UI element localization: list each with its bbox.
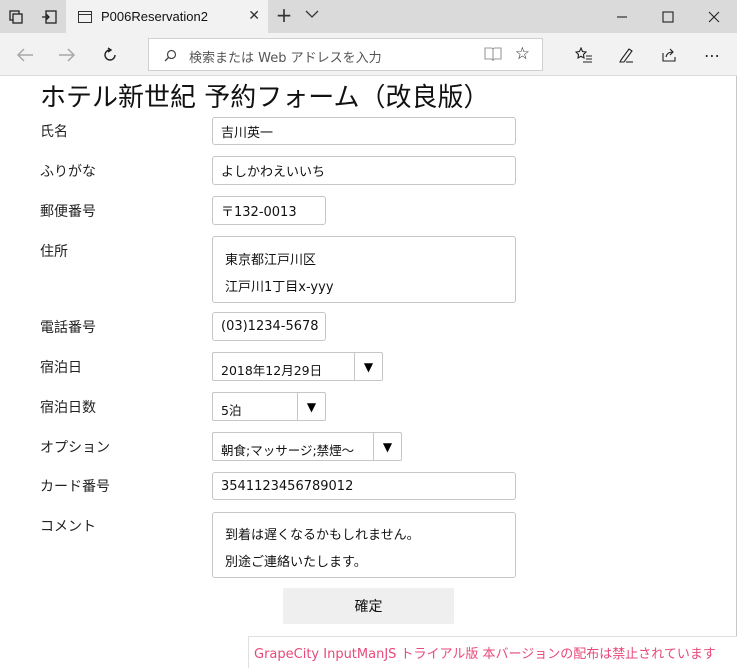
options-select[interactable]: 朝食;マッサージ;禁煙～ ▼: [212, 432, 402, 461]
options-label: オプション: [40, 440, 110, 456]
nights-value: 5泊: [221, 403, 242, 418]
close-tab-icon[interactable]: ✕: [248, 8, 260, 24]
search-icon: [164, 47, 177, 62]
name-input[interactable]: 吉川英一: [212, 117, 516, 145]
back-icon[interactable]: [10, 41, 40, 69]
phone-label: 電話番号: [40, 320, 96, 336]
options-value: 朝食;マッサージ;禁煙～: [221, 443, 355, 458]
address-label: 住所: [40, 244, 68, 260]
share-icon[interactable]: [654, 41, 684, 69]
address-line-2: 江戸川1丁目x-yyy: [225, 280, 334, 295]
notes-pen-icon[interactable]: [611, 41, 641, 69]
favorites-list-icon[interactable]: [569, 41, 599, 69]
close-window-icon[interactable]: [691, 0, 737, 33]
address-line-1: 東京都江戸川区: [225, 253, 317, 268]
furigana-label: ふりがな: [40, 164, 96, 180]
checkin-date-picker[interactable]: 2018年12月29日 ▼: [212, 352, 383, 381]
page-title: ホテル新世紀 予約フォーム（改良版）: [40, 83, 490, 113]
card-number-input[interactable]: 3541123456789012: [212, 472, 516, 500]
confirm-button[interactable]: 確定: [283, 588, 454, 624]
nights-select[interactable]: 5泊 ▼: [212, 392, 326, 421]
furigana-input[interactable]: よしかわえいいち: [212, 156, 516, 185]
phone-input[interactable]: (03)1234-5678: [212, 312, 326, 341]
browser-tab[interactable]: P006Reservation2 ✕: [66, 0, 268, 33]
address-bar[interactable]: 検索または Web アドレスを入力 ☆: [148, 38, 543, 71]
checkin-date-value: 2018年12月29日: [221, 363, 323, 378]
address-placeholder: 検索または Web アドレスを入力: [189, 51, 382, 66]
dropdown-arrow-icon[interactable]: ▼: [373, 433, 401, 460]
trial-notice: GrapeCity InputManJS トライアル版 本バージョンの配布は禁止…: [248, 636, 737, 668]
card-number-label: カード番号: [40, 479, 110, 495]
comment-line-1: 到着は遅くなるかもしれません。: [225, 528, 420, 543]
new-tab-icon[interactable]: +: [272, 3, 296, 27]
name-label: 氏名: [40, 124, 68, 140]
tab-aside-icon[interactable]: [33, 0, 65, 33]
reading-view-icon[interactable]: [484, 46, 502, 66]
checkin-date-label: 宿泊日: [40, 360, 82, 376]
postal-label: 郵便番号: [40, 204, 96, 220]
minimize-icon[interactable]: [599, 0, 645, 33]
tab-title: P006Reservation2: [101, 9, 208, 24]
comment-textarea[interactable]: 到着は遅くなるかもしれません。 別途ご連絡いたします。: [212, 512, 516, 578]
tab-manager-icon[interactable]: [0, 0, 32, 33]
page-icon: [78, 10, 92, 23]
comment-line-2: 別途ご連絡いたします。: [225, 555, 367, 570]
forward-icon[interactable]: [52, 41, 82, 69]
address-textarea[interactable]: 東京都江戸川区 江戸川1丁目x-yyy: [212, 236, 516, 303]
favorite-star-icon[interactable]: ☆: [515, 44, 530, 64]
dropdown-arrow-icon[interactable]: ▼: [297, 393, 325, 420]
nights-label: 宿泊日数: [40, 400, 96, 416]
title-bar: P006Reservation2 ✕ +: [0, 0, 737, 33]
dropdown-arrow-icon[interactable]: ▼: [354, 353, 382, 380]
navigation-bar: 検索または Web アドレスを入力 ☆ ⋯: [0, 33, 737, 76]
more-menu-icon[interactable]: ⋯: [697, 41, 727, 69]
refresh-icon[interactable]: [95, 41, 125, 69]
chevron-down-icon[interactable]: [305, 6, 319, 20]
postal-code-input[interactable]: 〒132-0013: [212, 196, 326, 225]
comment-label: コメント: [40, 519, 96, 535]
maximize-icon[interactable]: [645, 0, 691, 33]
